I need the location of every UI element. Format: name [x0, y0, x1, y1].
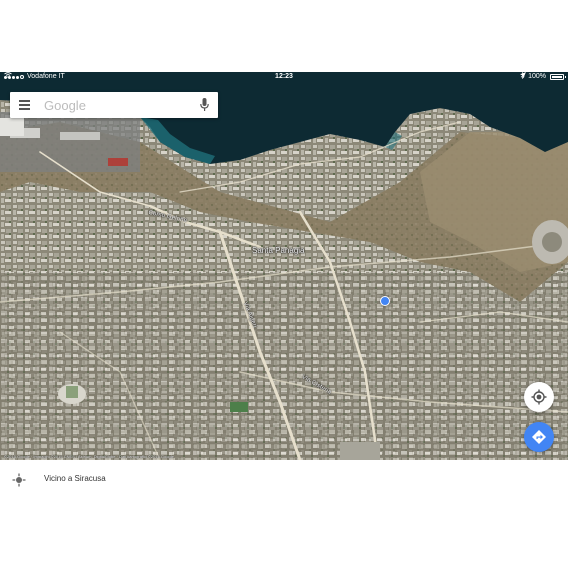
search-input[interactable]: [44, 96, 184, 114]
my-location-button[interactable]: [524, 382, 554, 412]
search-box[interactable]: [10, 92, 218, 118]
battery-icon: [550, 74, 566, 80]
nearby-label[interactable]: Vicino a Siracusa: [44, 474, 106, 483]
explore-icon[interactable]: [12, 473, 26, 487]
satellite-map[interactable]: Vodafone IT 12:23 100% Google Corso Gelo…: [0, 72, 568, 460]
directions-button[interactable]: [524, 422, 554, 452]
directions-icon: [532, 430, 546, 444]
mic-icon[interactable]: [200, 98, 209, 112]
status-time: 12:23: [275, 73, 293, 80]
status-bar: Vodafone IT 12:23 100%: [0, 72, 568, 82]
battery-percent: 100%: [528, 73, 546, 80]
my-location-icon: [531, 389, 547, 405]
menu-icon[interactable]: [19, 100, 30, 110]
district-label-santa-panagia: Santa Panagia: [252, 246, 305, 255]
current-location-dot: [380, 296, 390, 306]
satellite-imagery: [0, 72, 568, 460]
map-attribution: ©2015 Google · Immagini ©2015 CNES / Ast…: [4, 454, 174, 459]
bottom-bar[interactable]: Vicino a Siracusa: [0, 460, 568, 500]
maps-screen: Vodafone IT 12:23 100% Google Corso Gelo…: [0, 72, 568, 500]
